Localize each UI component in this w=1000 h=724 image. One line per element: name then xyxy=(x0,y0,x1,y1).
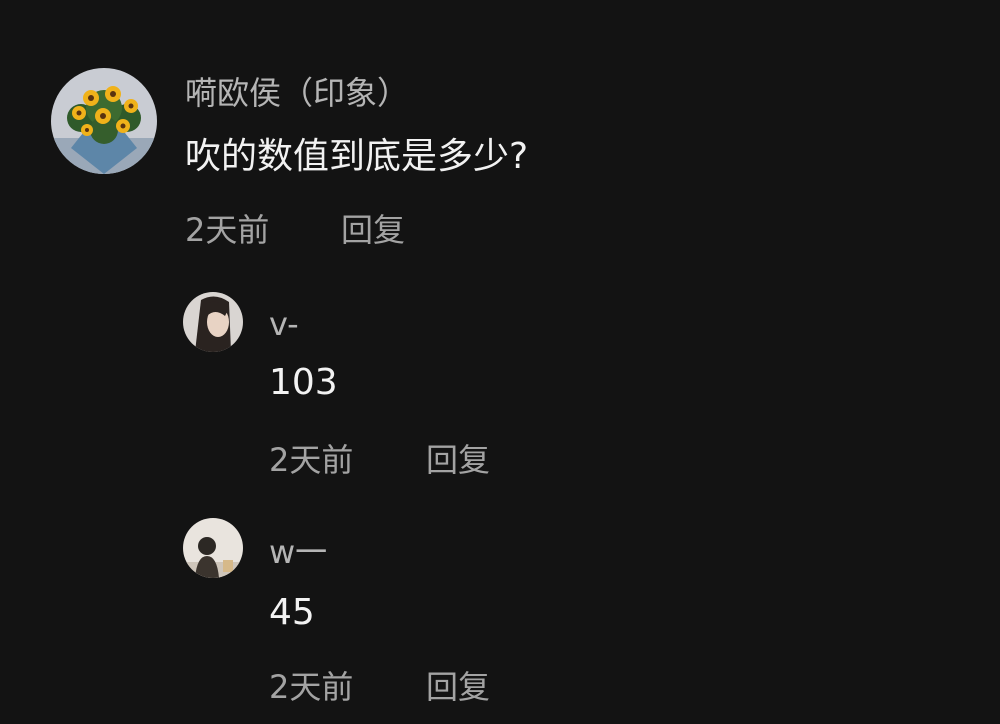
person-silhouette-icon xyxy=(183,518,243,578)
username[interactable]: w一 xyxy=(269,532,327,572)
timestamp: 2天前 xyxy=(185,211,270,249)
girl-portrait-icon xyxy=(183,292,243,352)
username[interactable]: 嗬欧侯（印象） xyxy=(185,73,409,113)
username[interactable]: v- xyxy=(269,304,299,344)
sunflower-bouquet-icon xyxy=(51,68,157,174)
user-avatar[interactable] xyxy=(183,518,243,578)
comment-text: 103 xyxy=(269,362,338,403)
comment-text: 吹的数值到底是多少? xyxy=(185,136,529,177)
reply-button[interactable]: 回复 xyxy=(426,667,490,707)
reply-button[interactable]: 回复 xyxy=(426,440,490,480)
timestamp: 2天前 xyxy=(269,668,354,706)
timestamp: 2天前 xyxy=(269,441,354,479)
user-avatar[interactable] xyxy=(183,292,243,352)
user-avatar[interactable] xyxy=(51,68,157,174)
reply-button[interactable]: 回复 xyxy=(341,210,405,250)
comment-thread: 嗬欧侯（印象） 吹的数值到底是多少? 2天前 回复 v- 103 2天前 回复 xyxy=(0,0,1000,724)
comment-text: 45 xyxy=(269,592,315,633)
